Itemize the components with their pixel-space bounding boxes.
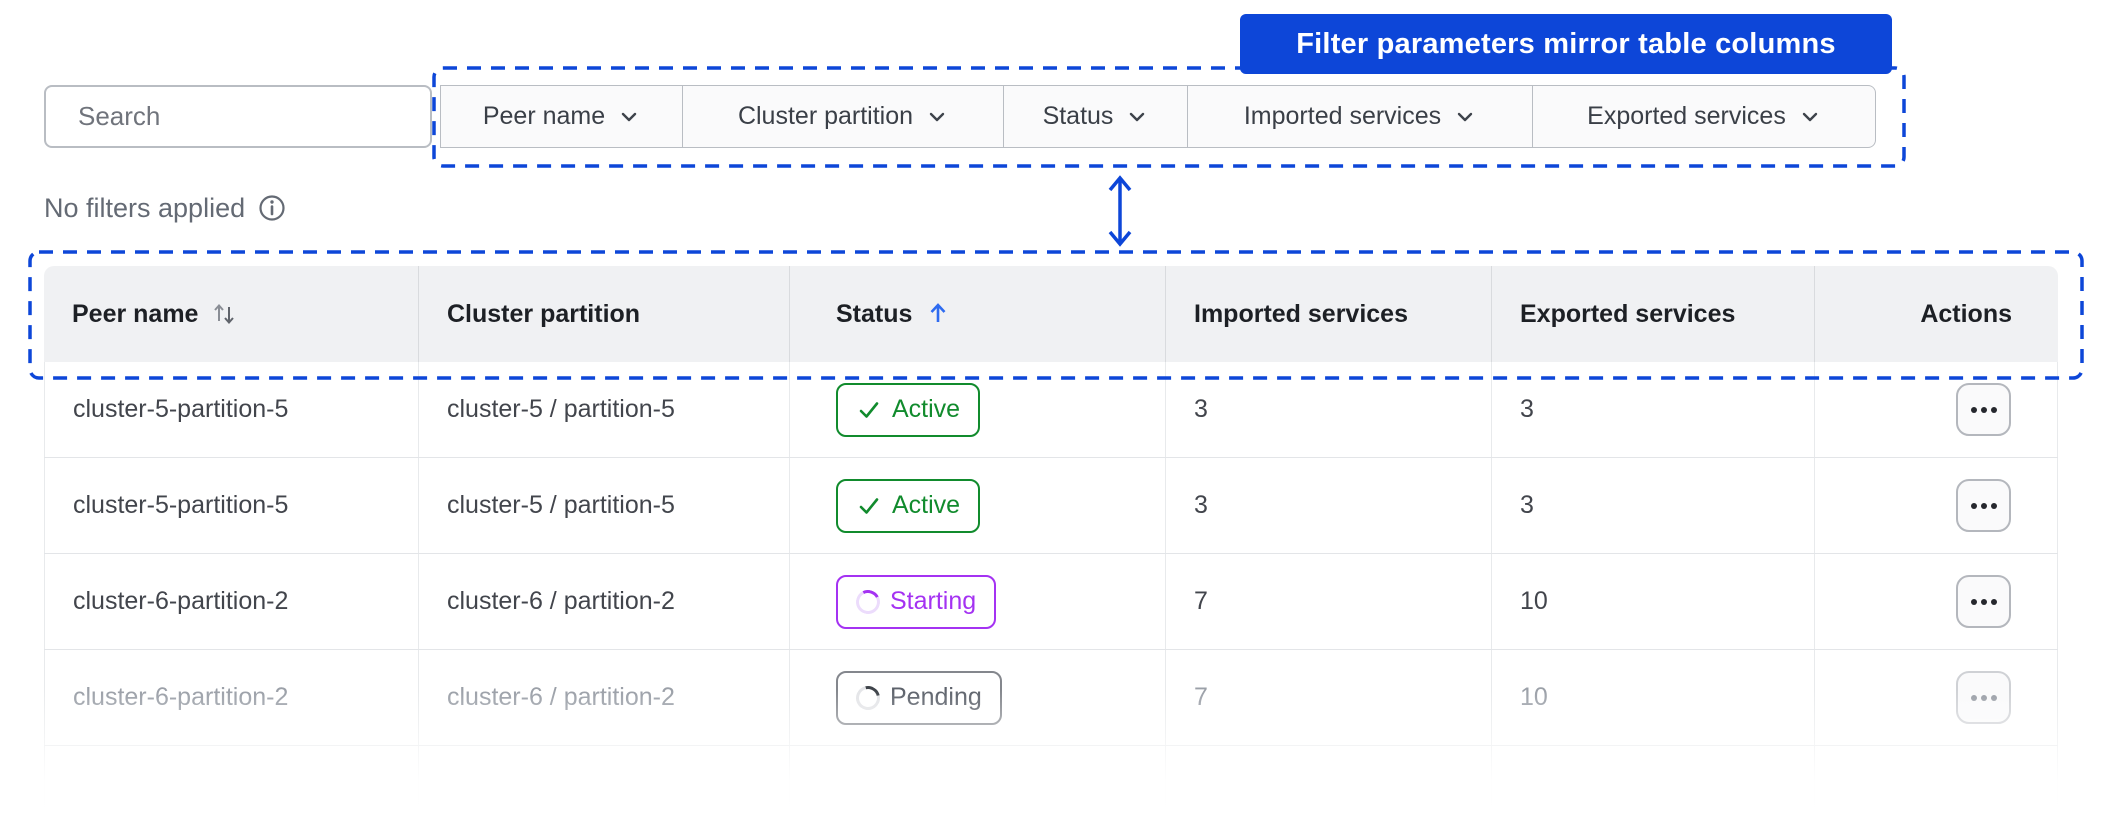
column-label: Peer name bbox=[72, 299, 199, 328]
cluster-partition-cell: cluster-5 / partition-5 bbox=[419, 458, 790, 553]
row-actions-button[interactable] bbox=[1956, 575, 2011, 628]
peer-name-cell: cluster-6-partition-2 bbox=[44, 650, 419, 745]
column-header-peer-name[interactable]: Peer name bbox=[44, 266, 419, 362]
status-cell: Active bbox=[790, 362, 1166, 457]
chevron-down-icon bbox=[621, 112, 637, 121]
status-badge: Pending bbox=[836, 670, 1002, 725]
row-actions-button[interactable] bbox=[1956, 383, 2011, 436]
peers-table: Peer name Cluster partition Status Impor… bbox=[44, 266, 2058, 816]
sort-up-down-icon bbox=[214, 303, 235, 325]
exported-services-cell: 3 bbox=[1492, 458, 1815, 553]
spinner-icon bbox=[851, 680, 885, 715]
filter-label: Peer name bbox=[482, 102, 606, 130]
row-actions-button[interactable] bbox=[1956, 671, 2011, 724]
info-icon[interactable] bbox=[256, 192, 288, 224]
ellipsis-icon bbox=[1970, 694, 1977, 701]
column-label: Status bbox=[836, 299, 913, 328]
imported-services-cell: 7 bbox=[1166, 650, 1492, 745]
ellipsis-icon bbox=[1970, 598, 1977, 605]
peer-name-cell: cluster-5-partition-5 bbox=[44, 458, 419, 553]
imported-services-cell: 3 bbox=[1166, 362, 1492, 457]
filter-status[interactable]: Status bbox=[1004, 85, 1188, 148]
exported-services-cell: 10 bbox=[1492, 554, 1815, 649]
exported-services-cell: 10 bbox=[1492, 650, 1815, 745]
chevron-down-icon bbox=[1130, 112, 1145, 121]
cluster-partition-cell: cluster-6 / partition-2 bbox=[419, 554, 790, 649]
status-label: Pending bbox=[890, 683, 982, 711]
search-box[interactable] bbox=[44, 85, 432, 148]
chevron-down-icon bbox=[1457, 112, 1473, 121]
status-label: Active bbox=[892, 491, 961, 519]
peer-name-cell: cluster-5-partition-5 bbox=[44, 362, 419, 457]
status-label: Starting bbox=[890, 587, 977, 615]
status-badge: Active bbox=[836, 478, 981, 533]
filter-label: Imported services bbox=[1243, 102, 1442, 130]
column-header-cluster-partition[interactable]: Cluster partition bbox=[419, 266, 790, 362]
filter-peer-name[interactable]: Peer name bbox=[440, 85, 683, 148]
search-input[interactable] bbox=[78, 101, 413, 132]
status-cell: Starting bbox=[790, 554, 1166, 649]
column-label: Cluster partition bbox=[447, 299, 641, 328]
column-header-exported-services[interactable]: Exported services bbox=[1492, 266, 1815, 362]
imported-services-cell: 7 bbox=[1166, 554, 1492, 649]
peers-table-annotation-figure: Filter parameters mirror table columns P… bbox=[0, 0, 2118, 816]
column-header-imported-services[interactable]: Imported services bbox=[1166, 266, 1492, 362]
actions-cell bbox=[1815, 458, 2058, 553]
status-badge: Active bbox=[836, 382, 981, 437]
status-badge: Starting bbox=[836, 574, 997, 629]
exported-services-cell: 3 bbox=[1492, 362, 1815, 457]
status-cell: Pending bbox=[790, 650, 1166, 745]
spinner-icon bbox=[852, 586, 884, 617]
sort-ascending-icon bbox=[930, 303, 946, 322]
check-icon bbox=[859, 401, 879, 418]
filter-label: Cluster partition bbox=[737, 102, 914, 130]
filter-imported-services[interactable]: Imported services bbox=[1188, 85, 1533, 148]
chevron-down-icon bbox=[1802, 112, 1818, 121]
mirror-arrow-icon bbox=[1108, 175, 1132, 247]
check-icon bbox=[859, 497, 879, 514]
table-row-partial bbox=[44, 746, 2058, 816]
filters-status-text: No filters applied bbox=[44, 192, 246, 223]
column-header-actions: Actions bbox=[1815, 266, 2058, 362]
table-body: cluster-5-partition-5 cluster-5 / partit… bbox=[44, 362, 2058, 816]
table-row: cluster-5-partition-5 cluster-5 / partit… bbox=[44, 458, 2058, 554]
ellipsis-icon bbox=[1970, 502, 1977, 509]
peer-name-cell: cluster-6-partition-2 bbox=[44, 554, 419, 649]
filter-label: Status bbox=[1042, 102, 1114, 130]
actions-cell bbox=[1815, 554, 2058, 649]
table-header: Peer name Cluster partition Status Impor… bbox=[44, 266, 2058, 362]
column-label: Actions bbox=[1920, 299, 2012, 328]
column-label: Exported services bbox=[1520, 299, 1736, 328]
filter-exported-services[interactable]: Exported services bbox=[1533, 85, 1876, 148]
table-header-row: Peer name Cluster partition Status Impor… bbox=[44, 266, 2058, 362]
table-row: cluster-6-partition-2 cluster-6 / partit… bbox=[44, 650, 2058, 746]
column-header-status[interactable]: Status bbox=[790, 266, 1166, 362]
row-actions-button[interactable] bbox=[1956, 479, 2011, 532]
actions-cell bbox=[1815, 650, 2058, 745]
table-row: cluster-6-partition-2 cluster-6 / partit… bbox=[44, 554, 2058, 650]
status-cell: Active bbox=[790, 458, 1166, 553]
annotation-banner: Filter parameters mirror table columns bbox=[1240, 14, 1892, 74]
filter-bar: Peer name Cluster partition Status Impor… bbox=[440, 85, 1876, 148]
table-row: cluster-5-partition-5 cluster-5 / partit… bbox=[44, 362, 2058, 458]
filter-label: Exported services bbox=[1587, 102, 1786, 130]
ellipsis-icon bbox=[1970, 406, 1977, 413]
cluster-partition-cell: cluster-6 / partition-2 bbox=[419, 650, 790, 745]
actions-cell bbox=[1815, 362, 2058, 457]
imported-services-cell: 3 bbox=[1166, 458, 1492, 553]
chevron-down-icon bbox=[929, 112, 945, 121]
cluster-partition-cell: cluster-5 / partition-5 bbox=[419, 362, 790, 457]
status-label: Active bbox=[892, 395, 961, 423]
column-label: Imported services bbox=[1194, 299, 1408, 328]
filter-cluster-partition[interactable]: Cluster partition bbox=[683, 85, 1004, 148]
filters-status: No filters applied bbox=[44, 192, 288, 224]
